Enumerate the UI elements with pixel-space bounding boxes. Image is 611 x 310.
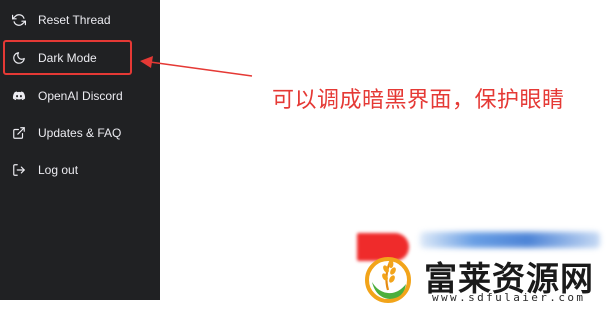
screenshot-page: Reset Thread Dark Mode OpenAI Discord Up… <box>0 0 611 310</box>
sidebar-item-updates-faq[interactable]: Updates & FAQ <box>0 117 160 149</box>
annotation-text: 可以调成暗黑界面，保护眼睛 <box>272 88 565 113</box>
sidebar-item-label: Updates & FAQ <box>38 126 122 140</box>
sidebar-item-label: Log out <box>38 163 79 177</box>
sidebar-item-log-out[interactable]: Log out <box>0 154 160 186</box>
refresh-icon <box>12 13 26 27</box>
highlight-box <box>3 40 132 75</box>
sidebar-item-reset-thread[interactable]: Reset Thread <box>0 4 160 36</box>
sidebar-item-openai-discord[interactable]: OpenAI Discord <box>0 80 160 112</box>
discord-icon <box>12 89 26 103</box>
logout-icon <box>12 163 26 177</box>
sidebar-item-label: OpenAI Discord <box>38 89 123 103</box>
wheat-logo-icon <box>365 257 411 303</box>
watermark-blurred-text <box>420 232 600 248</box>
sidebar-item-label: Reset Thread <box>38 13 111 27</box>
external-link-icon <box>12 126 26 140</box>
watermark-url: www.sdfulaier.com <box>432 291 586 304</box>
annotation-arrow <box>140 56 253 77</box>
